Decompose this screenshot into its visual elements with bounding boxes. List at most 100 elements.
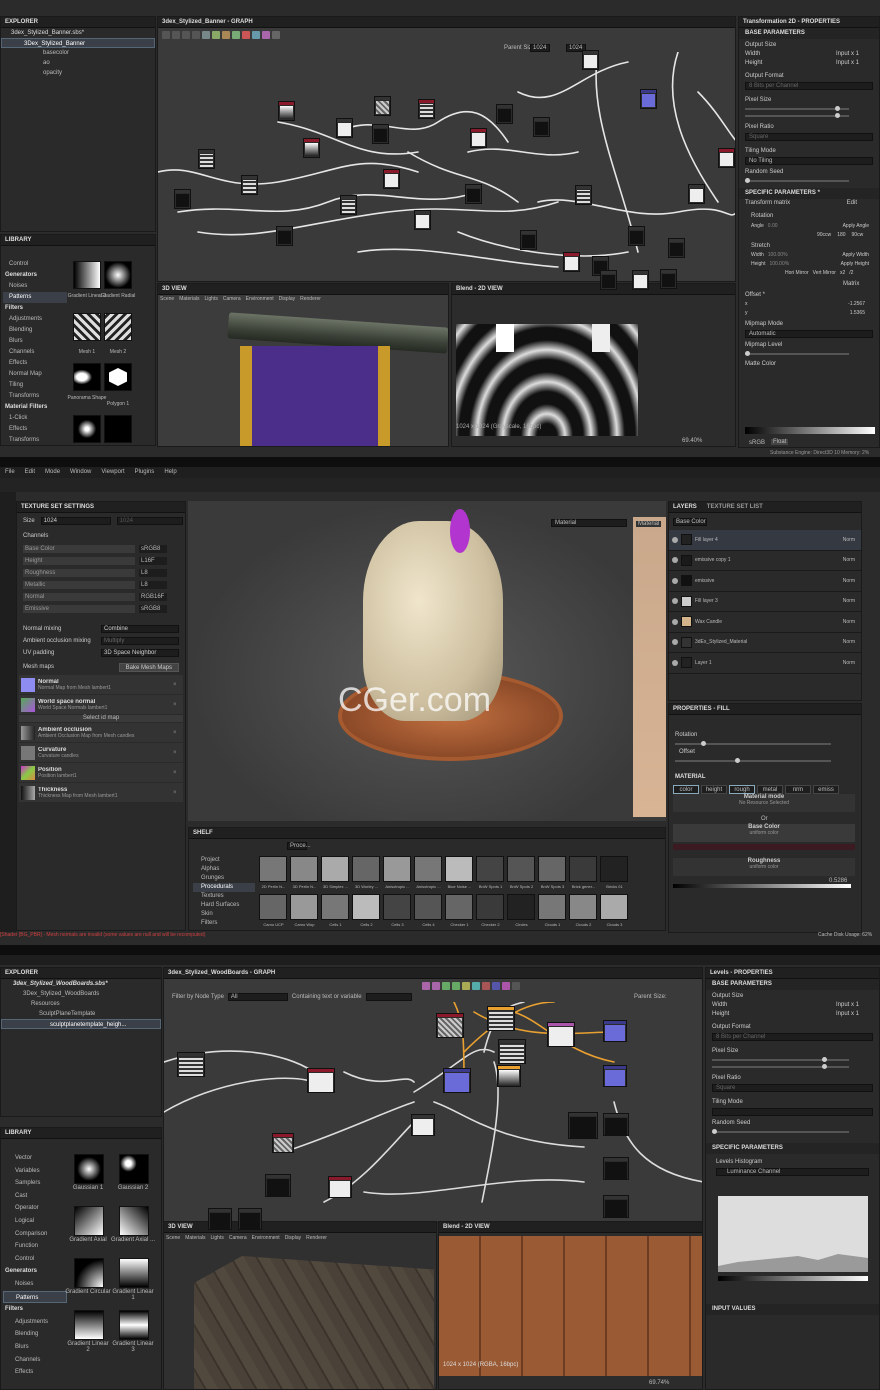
roughness-box[interactable]: Roughness uniform color [673, 858, 855, 876]
layer-row[interactable]: Layer 1 Norm [669, 653, 861, 674]
library-thumb[interactable] [74, 1310, 104, 1340]
graph-node[interactable] [174, 189, 191, 209]
menu-item[interactable]: Display [285, 1235, 301, 1241]
menu-item[interactable]: Mode [45, 467, 60, 478]
pixel-ratio-select[interactable]: Square [712, 1084, 873, 1092]
menu-item[interactable]: Materials [179, 296, 199, 302]
library-category[interactable]: Cast [3, 1190, 67, 1203]
menu-item[interactable]: Camera [223, 296, 241, 302]
explorer-item[interactable]: SculptPlaneTemplate [1, 1009, 161, 1019]
tool-icon[interactable] [442, 982, 450, 990]
mesh-map-slot[interactable]: Curvature Curvature candles × [19, 743, 183, 762]
library-thumb[interactable] [73, 363, 101, 391]
roughness-slider[interactable] [673, 884, 851, 888]
channel-row[interactable]: Height L16F [17, 555, 185, 567]
graph-node[interactable] [628, 226, 645, 246]
pixel-ratio-select[interactable]: Square [745, 133, 873, 141]
library-thumb[interactable] [104, 363, 132, 391]
graph-node[interactable] [547, 1022, 575, 1048]
layer-row[interactable]: Fill layer 4 Norm [669, 530, 861, 551]
shelf-item-thumb[interactable] [476, 894, 504, 920]
offset-x[interactable]: x -1.2567 [739, 300, 879, 309]
layer-row[interactable]: Fill layer 3 Norm [669, 592, 861, 612]
menu-item[interactable]: Plugins [135, 467, 155, 478]
library-thumb[interactable] [73, 313, 101, 341]
explorer-item[interactable]: 3Dex_Stylized_Banner [1, 38, 155, 48]
tool-icon[interactable] [502, 982, 510, 990]
library-category[interactable]: Logical [3, 1215, 67, 1228]
graph-node[interactable] [470, 128, 487, 148]
tool-icon[interactable] [462, 982, 470, 990]
graph-node[interactable] [418, 99, 435, 119]
tool-icon[interactable] [482, 982, 490, 990]
menu-item[interactable]: Window [70, 467, 91, 478]
shelf-item-thumb[interactable] [476, 856, 504, 882]
tool-icon[interactable] [262, 31, 270, 39]
library-category[interactable]: 1-Click [3, 413, 67, 424]
library-category[interactable]: Transforms [3, 391, 67, 402]
menu-item[interactable]: Camera [229, 1235, 247, 1241]
output-format-select[interactable]: 8 Bits per Channel [745, 82, 873, 90]
graph-node[interactable] [718, 148, 735, 168]
mesh-map-slot[interactable]: World space normal World Space Normals la… [19, 695, 183, 714]
graph-node[interactable] [582, 50, 599, 70]
graph-node[interactable] [383, 169, 400, 189]
graph-node[interactable] [307, 1068, 335, 1094]
shelf-item-thumb[interactable] [445, 856, 473, 882]
tab-texture-set-list[interactable]: TEXTURE SET LIST [707, 502, 763, 512]
shelf-item-thumb[interactable] [538, 894, 566, 920]
explorer-item[interactable]: Resources [1, 999, 161, 1009]
shelf-item-thumb[interactable] [507, 894, 535, 920]
shelf-category[interactable]: Project [193, 856, 255, 865]
menu-item[interactable]: Renderer [306, 1235, 327, 1241]
graph-node[interactable] [603, 1065, 627, 1087]
graph-node[interactable] [563, 252, 580, 272]
shelf-item-thumb[interactable] [352, 856, 380, 882]
material-channel-chip[interactable]: nrm [785, 785, 811, 794]
channel-format[interactable]: sRGB8 [139, 605, 167, 613]
graph-node[interactable] [241, 175, 258, 195]
tab-layers[interactable]: LAYERS [673, 502, 697, 512]
mesh-map-slot[interactable]: Thickness Thickness Map from Mesh lambert… [19, 783, 183, 802]
library-thumb[interactable] [119, 1258, 149, 1288]
material-channel-chip[interactable]: color [673, 785, 699, 794]
library-category[interactable]: Operator [3, 1202, 67, 1215]
base-color-swatch[interactable] [673, 844, 855, 850]
library-category[interactable]: Function [3, 1240, 67, 1253]
library-category[interactable]: Channels [3, 347, 67, 358]
tool-icon[interactable] [202, 31, 210, 39]
shelf-item-thumb[interactable] [414, 894, 442, 920]
shelf-item-thumb[interactable] [569, 894, 597, 920]
shelf-category[interactable]: Alphas [193, 865, 255, 874]
shelf-item-thumb[interactable] [600, 894, 628, 920]
menu-item[interactable]: Renderer [300, 296, 321, 302]
tiling-select[interactable]: No Tiling [745, 157, 873, 165]
material-channel-chip[interactable]: metal [757, 785, 783, 794]
mesh-map-slot[interactable]: Position Position lambert1 × [19, 763, 183, 782]
library-thumb[interactable] [73, 415, 101, 443]
menu-item[interactable]: Edit [25, 467, 35, 478]
mipmap-select[interactable]: Automatic [745, 330, 873, 338]
graph-node[interactable] [328, 1176, 352, 1198]
pixel-size-slider[interactable] [712, 1064, 873, 1070]
shelf-item-thumb[interactable] [321, 856, 349, 882]
library-category[interactable]: Blurs [3, 1341, 67, 1354]
mesh-map-slot[interactable]: Normal Normal Map from Mesh lambert1 × [19, 675, 183, 694]
menu-item[interactable]: Scene [160, 296, 174, 302]
menu-item[interactable]: Lights [210, 1235, 223, 1241]
menu-item[interactable]: File [5, 467, 15, 478]
filter-select[interactable]: All [227, 993, 288, 1001]
library-category[interactable]: Comparison [3, 1228, 67, 1241]
library-category[interactable]: Tiling [3, 380, 67, 391]
channel-row[interactable]: Roughness L8 [17, 567, 185, 579]
eye-icon[interactable] [672, 659, 678, 666]
library-category[interactable]: Effects [3, 424, 67, 435]
tool-icon[interactable] [212, 31, 220, 39]
output-format-select[interactable]: 8 Bits per Channel [712, 1033, 873, 1041]
graph-node[interactable] [533, 117, 550, 137]
library-thumb[interactable] [119, 1154, 149, 1184]
base-color-box[interactable]: Base Color uniform color [673, 824, 855, 842]
graph-node[interactable] [272, 1133, 294, 1153]
menu-item[interactable]: Help [164, 467, 176, 478]
channel-row[interactable]: Normal RGB16F [17, 591, 185, 603]
